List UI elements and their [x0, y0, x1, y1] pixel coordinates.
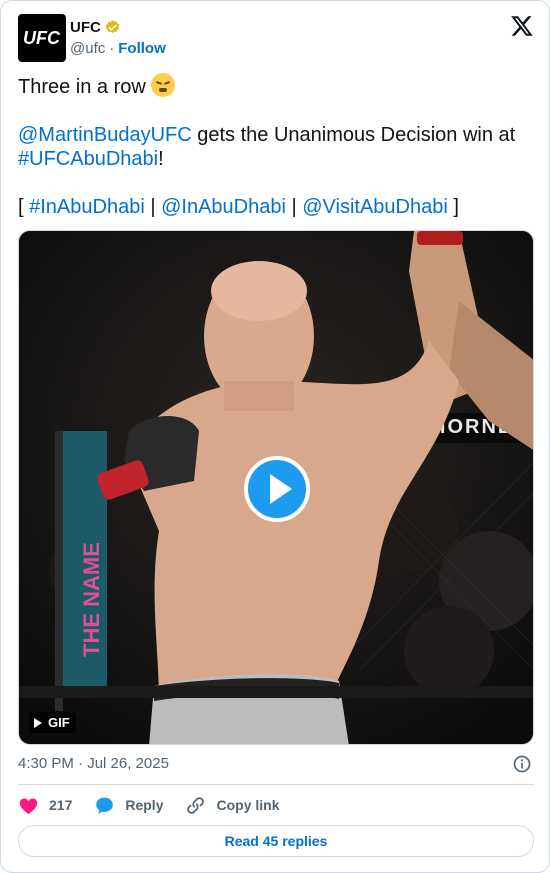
- ufc-logo-icon: UFC: [23, 28, 61, 48]
- tweet-text-intro: Three in a row: [18, 76, 146, 98]
- hashtag-inabudhabi[interactable]: #InAbuDhabi: [29, 196, 145, 218]
- author-handle[interactable]: @ufc: [70, 40, 105, 57]
- tweet-line-1: Three in a row: [18, 73, 534, 99]
- link-icon: [187, 796, 205, 814]
- author-name[interactable]: UFC: [70, 19, 101, 36]
- tweet-body: Three in a row @MartinBudayUFC gets the …: [18, 73, 534, 219]
- tweet-text-mid: gets the Unanimous Decision win at: [191, 124, 516, 146]
- tweet-line-3: [ #InAbuDhabi | @InAbuDhabi | @VisitAbuD…: [18, 195, 534, 219]
- gif-badge-label: GIF: [48, 715, 70, 730]
- copy-link-button[interactable]: Copy link: [185, 795, 280, 816]
- pipe-2: |: [285, 196, 303, 218]
- banner-text: THE NAME: [79, 542, 104, 657]
- read-replies-button[interactable]: Read 45 replies: [18, 825, 534, 857]
- gif-badge[interactable]: GIF: [29, 712, 76, 733]
- reply-button[interactable]: Reply: [94, 795, 163, 816]
- reply-bubble-icon: [96, 797, 114, 814]
- tweet-header: UFC UFC @ufc · Follow: [18, 14, 534, 62]
- like-button[interactable]: 217: [18, 795, 72, 816]
- play-icon[interactable]: [244, 456, 310, 522]
- tweet-text-exclaim: !: [158, 148, 164, 170]
- bracket-open: [: [18, 196, 30, 218]
- reply-label: Reply: [125, 797, 164, 813]
- tweet-card: UFC UFC @ufc · Follow Three in a row @Ma…: [0, 0, 550, 873]
- mention-visitabudhabi[interactable]: @VisitAbuDhabi: [302, 196, 448, 218]
- follow-link[interactable]: Follow: [118, 40, 166, 57]
- action-bar: 217 Reply Copy link: [18, 794, 302, 816]
- heart-icon: [19, 798, 38, 814]
- steam-face-emoji-icon: [151, 73, 176, 97]
- verified-badge-icon: [105, 19, 120, 33]
- bracket-close: ]: [447, 196, 459, 218]
- tweet-line-2: @MartinBudayUFC gets the Unanimous Decis…: [18, 123, 534, 171]
- pipe-1: |: [144, 196, 162, 218]
- divider: [18, 784, 534, 785]
- gif-media[interactable]: THE NAME HORNE GIF: [18, 230, 534, 745]
- x-logo-icon[interactable]: [510, 14, 534, 38]
- hashtag-ufcabudhabi[interactable]: #UFCAbuDhabi: [18, 148, 158, 170]
- info-icon[interactable]: [512, 754, 532, 774]
- mention-inabudhabi[interactable]: @InAbuDhabi: [161, 196, 286, 218]
- tweet-timestamp[interactable]: 4:30 PM · Jul 26, 2025: [18, 755, 169, 772]
- mention-martinbuday[interactable]: @MartinBudayUFC: [18, 124, 192, 146]
- copy-link-label: Copy link: [216, 797, 280, 813]
- avatar[interactable]: UFC: [18, 14, 66, 62]
- svg-text:UFC: UFC: [23, 28, 61, 48]
- handle-row: @ufc · Follow: [70, 40, 166, 57]
- author-name-row[interactable]: UFC: [70, 17, 121, 37]
- separator-dot: ·: [109, 40, 115, 57]
- like-count: 217: [49, 797, 73, 813]
- gif-play-icon: [34, 717, 42, 728]
